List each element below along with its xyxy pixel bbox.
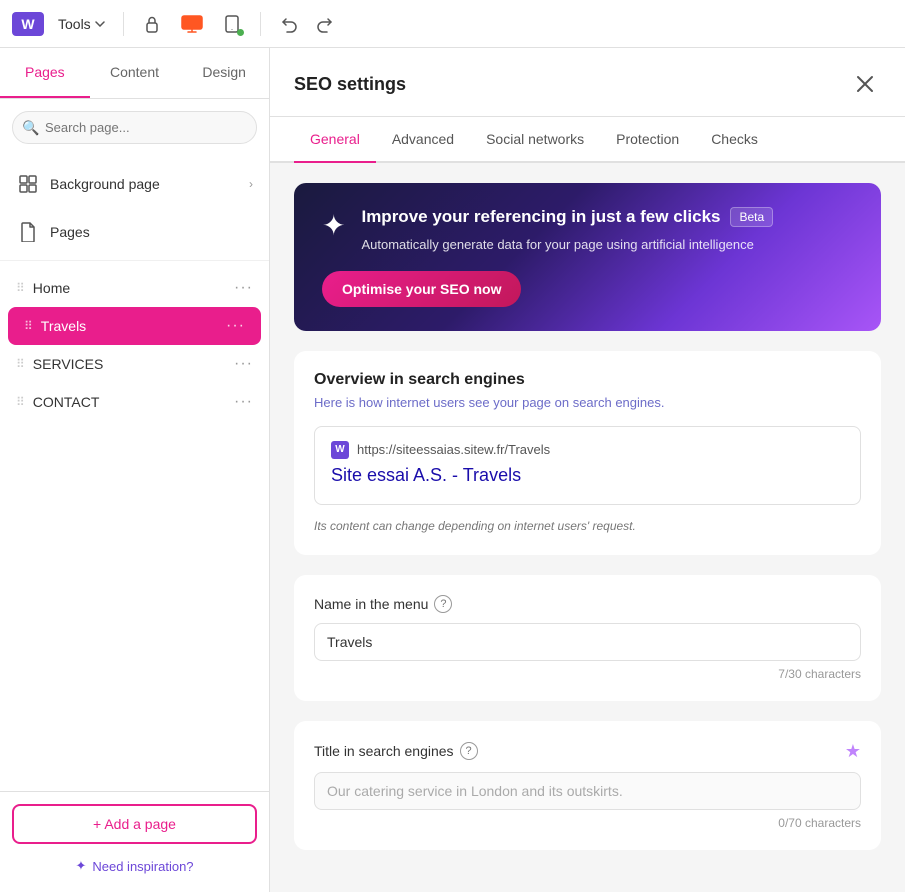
arrow-icon: ›	[249, 177, 253, 191]
mobile-icon[interactable]	[216, 8, 248, 40]
toolbar: W Tools	[0, 0, 905, 48]
ai-title-text: Improve your referencing in just a few c…	[361, 207, 720, 227]
seo-title: SEO settings	[294, 74, 406, 111]
sidebar-search-wrapper: 🔍	[12, 111, 257, 144]
preview-logo: W	[331, 441, 349, 459]
drag-handle-services: ⠿	[16, 357, 25, 371]
background-page-label: Background page	[50, 176, 239, 192]
tab-design[interactable]: Design	[179, 48, 269, 98]
separator-2	[260, 12, 261, 36]
logo[interactable]: W	[12, 12, 44, 36]
tab-general[interactable]: General	[294, 117, 376, 163]
tab-checks[interactable]: Checks	[695, 117, 774, 163]
redo-button[interactable]	[309, 8, 341, 40]
page-menu-travels[interactable]: ···	[226, 317, 245, 335]
sparkle-icon: ✦	[322, 209, 345, 242]
title-in-engines-label: Title in search engines ?	[314, 742, 478, 760]
search-preview: W https://siteessaias.sitew.fr/Travels S…	[314, 426, 861, 505]
overview-subtitle: Here is how internet users see your page…	[314, 395, 861, 410]
ai-banner-top: ✦ Improve your referencing in just a few…	[322, 207, 853, 255]
page-menu-home[interactable]: ···	[234, 279, 253, 297]
name-in-menu-input[interactable]	[314, 623, 861, 661]
page-item-travels[interactable]: ⠿ Travels ···	[8, 307, 261, 345]
add-page-label: + Add a page	[93, 816, 176, 832]
ai-banner: ✦ Improve your referencing in just a few…	[294, 183, 881, 331]
search-input[interactable]	[12, 111, 257, 144]
sidebar-tabs: Pages Content Design	[0, 48, 269, 99]
overview-title: Overview in search engines	[314, 371, 861, 389]
grid-icon	[16, 172, 40, 196]
name-in-menu-text: Name in the menu	[314, 596, 428, 612]
page-name-travels: Travels	[41, 318, 218, 334]
active-dot	[237, 29, 244, 36]
ai-banner-title: Improve your referencing in just a few c…	[361, 207, 853, 227]
preview-note-wrapper: Its content can change depending on inte…	[314, 517, 861, 535]
name-in-menu-label: Name in the menu ?	[314, 595, 861, 613]
title-in-engines-placeholder: Our catering service in London and its o…	[314, 772, 861, 810]
pages-label: Pages	[50, 224, 253, 240]
inspiration-label: Need inspiration?	[92, 859, 193, 874]
ai-banner-text: Improve your referencing in just a few c…	[361, 207, 853, 255]
file-icon	[16, 220, 40, 244]
tools-label: Tools	[58, 16, 91, 32]
seo-header: SEO settings	[270, 48, 905, 117]
sidebar: Pages Content Design 🔍 Background page ›	[0, 48, 270, 892]
preview-site-name: Site essai A.S. - Travels	[331, 465, 844, 486]
chevron-down-icon	[95, 21, 105, 27]
tab-protection[interactable]: Protection	[600, 117, 695, 163]
name-in-menu-card: Name in the menu ? 7/30 characters	[294, 575, 881, 701]
page-item-contact[interactable]: ⠿ CONTACT ···	[0, 383, 269, 421]
beta-badge: Beta	[730, 207, 773, 227]
page-name-contact: CONTACT	[33, 394, 226, 410]
search-icon: 🔍	[22, 119, 39, 136]
page-name-services: SERVICES	[33, 356, 226, 372]
title-card-header: Title in search engines ? ★	[314, 741, 861, 762]
preview-note: Its content can change depending on inte…	[314, 519, 636, 533]
sidebar-footer: + Add a page ✦ Need inspiration?	[0, 791, 269, 892]
tab-social-networks[interactable]: Social networks	[470, 117, 600, 163]
tab-pages[interactable]: Pages	[0, 48, 90, 98]
name-menu-help-icon[interactable]: ?	[434, 595, 452, 613]
title-in-engines-count: 0/70 characters	[314, 816, 861, 830]
title-engines-help-icon[interactable]: ?	[460, 742, 478, 760]
desktop-icon[interactable]	[176, 8, 208, 40]
drag-handle: ⠿	[16, 281, 25, 295]
preview-url-row: W https://siteessaias.sitew.fr/Travels	[331, 441, 844, 459]
title-in-engines-card: Title in search engines ? ★ Our catering…	[294, 721, 881, 850]
page-menu-services[interactable]: ···	[234, 355, 253, 373]
separator-1	[123, 12, 124, 36]
seo-content: ✦ Improve your referencing in just a few…	[270, 163, 905, 870]
pages-section-item[interactable]: Pages	[0, 208, 269, 256]
pages-list: ⠿ Home ··· ⠿ Travels ··· ⠿ SERVICES ··· …	[0, 261, 269, 791]
drag-handle-contact: ⠿	[16, 395, 25, 409]
lock-icon[interactable]	[136, 8, 168, 40]
page-name-home: Home	[33, 280, 226, 296]
title-in-engines-text: Title in search engines	[314, 743, 454, 759]
seo-tabs: General Advanced Social networks Protect…	[270, 117, 905, 163]
page-item-home[interactable]: ⠿ Home ···	[0, 269, 269, 307]
undo-redo-group	[273, 8, 341, 40]
tab-advanced[interactable]: Advanced	[376, 117, 470, 163]
tab-content[interactable]: Content	[90, 48, 180, 98]
sparkle-icon-small: ✦	[75, 858, 86, 874]
ai-banner-subtitle: Automatically generate data for your pag…	[361, 235, 853, 255]
tools-menu[interactable]: Tools	[52, 12, 111, 36]
premium-star-icon[interactable]: ★	[845, 741, 861, 762]
page-item-services[interactable]: ⠿ SERVICES ···	[0, 345, 269, 383]
undo-button[interactable]	[273, 8, 305, 40]
name-in-menu-count: 7/30 characters	[314, 667, 861, 681]
add-page-button[interactable]: + Add a page	[12, 804, 257, 844]
page-menu-contact[interactable]: ···	[234, 393, 253, 411]
drag-handle-travels: ⠿	[24, 319, 33, 333]
overview-card: Overview in search engines Here is how i…	[294, 351, 881, 555]
optimise-seo-button[interactable]: Optimise your SEO now	[322, 271, 521, 307]
background-page-item[interactable]: Background page ›	[0, 160, 269, 208]
main-area: Pages Content Design 🔍 Background page ›	[0, 48, 905, 892]
preview-url: https://siteessaias.sitew.fr/Travels	[357, 442, 550, 457]
close-button[interactable]	[849, 68, 881, 100]
inspiration-button[interactable]: ✦ Need inspiration?	[12, 852, 257, 880]
seo-panel: SEO settings General Advanced Social net…	[270, 48, 905, 892]
background-page-section: Background page › Pages	[0, 156, 269, 261]
